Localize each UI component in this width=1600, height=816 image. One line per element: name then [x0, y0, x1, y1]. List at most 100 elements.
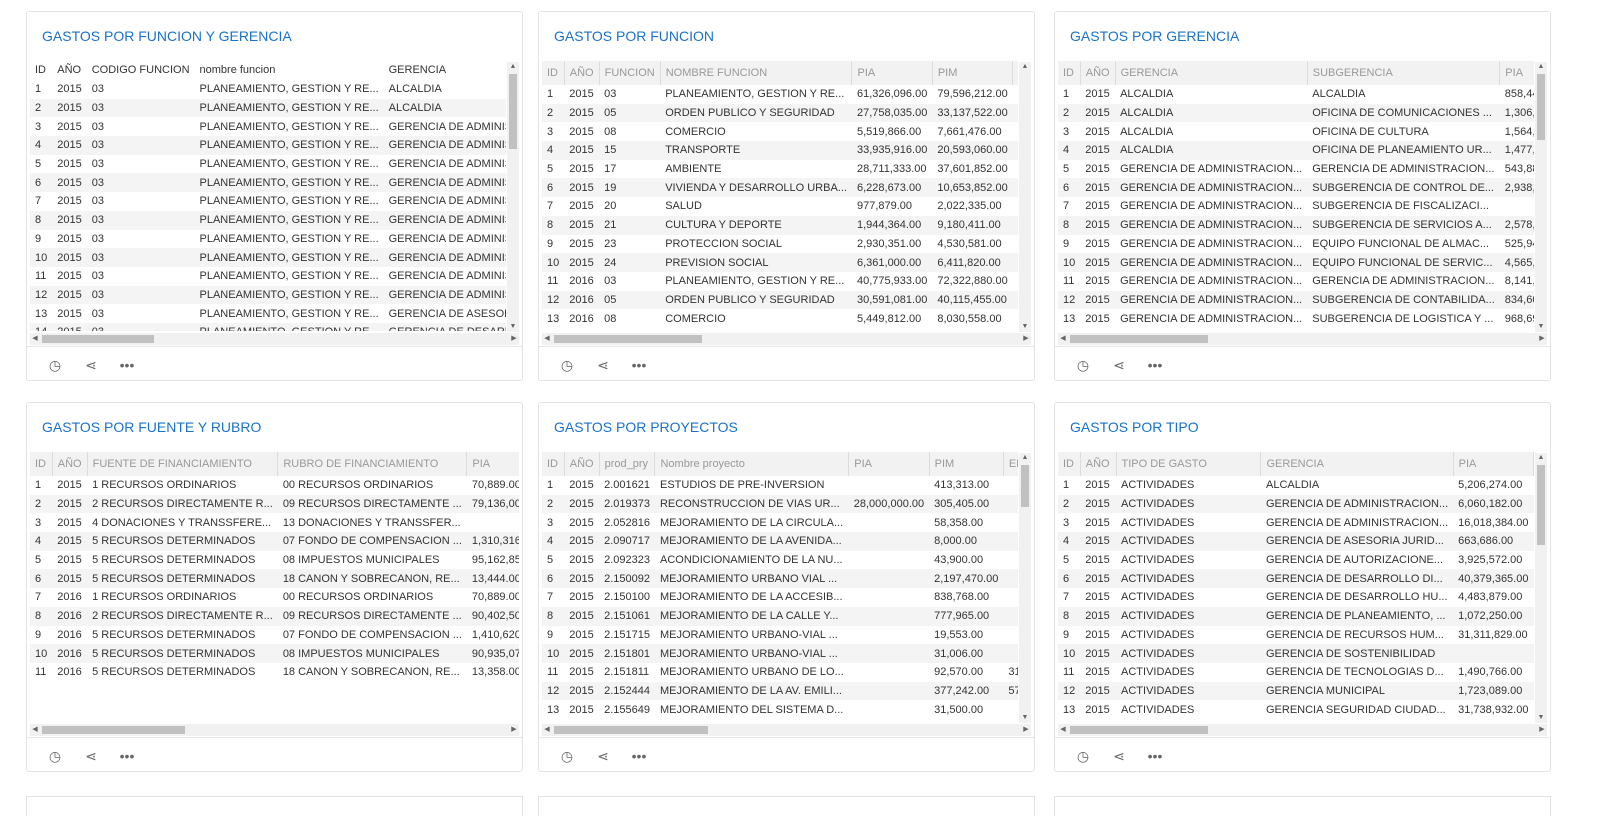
table-row[interactable]: 1 2015 03 PLANEAMIENTO, GESTION Y RE... ALCA…	[30, 80, 506, 99]
col-header[interactable]: EN	[1003, 452, 1018, 476]
col-header[interactable]: GERENCIA	[1115, 61, 1308, 85]
col-header[interactable]: PIA	[1499, 61, 1534, 85]
table-row[interactable]: 7 2015 03 PLANEAMIENTO, GESTION Y RE... GERE…	[30, 192, 506, 211]
table-row[interactable]: 4 2015 5 RECURSOS DETERMINADOS 07 FONDO DE …	[30, 532, 519, 551]
share-icon[interactable]: ⋖	[83, 748, 99, 764]
scrollbar-thumb[interactable]	[554, 335, 702, 343]
table-row[interactable]: 7 2016 1 RECURSOS ORDINARIOS 00 RECURSOS OR…	[30, 588, 519, 607]
horizontal-scrollbar[interactable]: ◀ ▶	[1058, 333, 1547, 345]
scroll-up-icon[interactable]: ▲	[1535, 62, 1547, 72]
col-header[interactable]: PIA	[851, 61, 933, 85]
more-icon[interactable]: •••	[119, 748, 135, 764]
vertical-scrollbar[interactable]: ▲ ▼	[507, 62, 519, 332]
table-row[interactable]: 5 2015 2.092323 ACONDICIONAMIENTO DE LA NU.…	[542, 551, 1018, 570]
col-header[interactable]: prod_pry	[599, 452, 656, 476]
table-row[interactable]: 11 2016 5 RECURSOS DETERMINADOS 18 CANON Y …	[30, 663, 519, 682]
table-row[interactable]: 11 2015 03 PLANEAMIENTO, GESTION Y RE... GER…	[30, 267, 506, 286]
scroll-down-icon[interactable]: ▼	[1019, 322, 1031, 332]
data-table[interactable]: ID AÑO GERENCIA SUBGERENCIA PIA 1 2015 ALC…	[1058, 61, 1534, 331]
col-header[interactable]: AÑO	[1080, 452, 1117, 476]
scroll-left-icon[interactable]: ◀	[542, 333, 552, 345]
table-row[interactable]: 13 2015 03 PLANEAMIENTO, GESTION Y RE... GER…	[30, 304, 506, 323]
data-table[interactable]: ID AÑO prod_pry Nombre proyecto PIA PIM …	[542, 452, 1018, 722]
table-row[interactable]: 12 2015 ACTIVIDADES GERENCIA MUNICIPAL 1,723…	[1058, 681, 1534, 701]
scroll-left-icon[interactable]: ◀	[1058, 333, 1068, 345]
scroll-right-icon[interactable]: ▶	[1021, 333, 1031, 345]
col-header[interactable]: GERENCIA	[384, 60, 506, 80]
clock-icon[interactable]: ◷	[559, 748, 575, 764]
col-header[interactable]: ID	[542, 61, 565, 85]
scroll-right-icon[interactable]: ▶	[509, 333, 519, 345]
table-row[interactable]: 5 2015 GERENCIA DE ADMINISTRACION... GERENC…	[1058, 160, 1534, 179]
share-icon[interactable]: ⋖	[595, 748, 611, 764]
table-row[interactable]: 11 2015 GERENCIA DE ADMINISTRACION... GEREN…	[1058, 272, 1534, 291]
more-icon[interactable]: •••	[1147, 357, 1163, 373]
scrollbar-thumb[interactable]	[1537, 74, 1545, 140]
col-header[interactable]: AÑO	[564, 452, 600, 476]
scroll-up-icon[interactable]: ▲	[1019, 62, 1031, 72]
table-row[interactable]: 7 2015 2.150100 MEJORAMIENTO DE LA ACCESIB.…	[542, 588, 1018, 607]
table-row[interactable]: 14201503PLANEAMIENTO, GESTION Y RE...GER…	[30, 322, 506, 331]
table-row[interactable]: 2 2015 2 RECURSOS DIRECTAMENTE R... 09 RECU…	[30, 494, 519, 514]
col-header[interactable]: E	[1012, 61, 1018, 85]
table-row[interactable]: 13 2015 GERENCIA DE ADMINISTRACION... SUBGE…	[1058, 309, 1534, 328]
table-row[interactable]: 5 2015 5 RECURSOS DETERMINADOS 08 IMPUESTOS…	[30, 551, 519, 570]
table-row[interactable]: 3 2015 ALCALDIA OFICINA DE CULTURA 1,564,31	[1058, 122, 1534, 141]
vertical-scrollbar[interactable]: ▲ ▼	[1019, 62, 1031, 332]
col-header[interactable]: AÑO	[1080, 61, 1116, 85]
table-row[interactable]: 10 2015 GERENCIA DE ADMINISTRACION... EQUIP…	[1058, 253, 1534, 272]
table-row[interactable]: 8 2015 GERENCIA DE ADMINISTRACION... SUBGER…	[1058, 215, 1534, 235]
table-row[interactable]: 13 2015 ACTIVIDADES GERENCIA SEGURIDAD CIUD…	[1058, 700, 1534, 719]
table-row[interactable]: 6 2015 03 PLANEAMIENTO, GESTION Y RE... GERE…	[30, 173, 506, 193]
more-icon[interactable]: •••	[631, 748, 647, 764]
table-row[interactable]: 11 2015 2.151811 MEJORAMIENTO URBANO DE LO.…	[542, 663, 1018, 682]
table-row[interactable]: 8 2015 ACTIVIDADES GERENCIA DE PLANEAMIENTO…	[1058, 606, 1534, 626]
col-header[interactable]: GERENCIA	[1260, 452, 1454, 476]
col-header[interactable]: AÑO	[564, 61, 600, 85]
table-row[interactable]: 2 2015 ALCALDIA OFICINA DE COMUNICACIONES .…	[1058, 103, 1534, 123]
table-row[interactable]: 2 2015 ACTIVIDADES GERENCIA DE ADMINISTRACI…	[1058, 494, 1534, 514]
scrollbar-thumb[interactable]	[42, 335, 154, 343]
table-row[interactable]: 2 2015 2.019373 RECONSTRUCCION DE VIAS UR..…	[542, 494, 1018, 514]
table-row[interactable]: 10 2015 24 PREVISION SOCIAL 6,361,000.00 6,41…	[542, 253, 1018, 272]
table-row[interactable]: 13 2016 08 COMERCIO 5,449,812.00 8,030,558.00…	[542, 309, 1018, 328]
table-row[interactable]: 13 2015 2.155649 MEJORAMIENTO DEL SISTEMA D…	[542, 700, 1018, 719]
table-row[interactable]: 8 2015 03 PLANEAMIENTO, GESTION Y RE... GERE…	[30, 210, 506, 230]
col-header[interactable]: ID	[30, 452, 53, 476]
col-header[interactable]: ID	[30, 60, 52, 80]
horizontal-scrollbar[interactable]: ◀ ▶	[30, 333, 519, 345]
table-row[interactable]: 5 2015 17 AMBIENTE 28,711,333.00 37,601,852.0…	[542, 160, 1018, 179]
col-header[interactable]: FUENTE DE FINANCIAMIENTO	[87, 452, 279, 476]
table-row[interactable]: 7 2015 ACTIVIDADES GERENCIA DE DESARROLLO H…	[1058, 588, 1534, 607]
table-row[interactable]: 12 2016 05 ORDEN PUBLICO Y SEGURIDAD 30,591,…	[542, 290, 1018, 310]
vertical-scrollbar[interactable]: ▲ ▼	[1535, 62, 1547, 332]
scroll-down-icon[interactable]: ▼	[1019, 713, 1031, 723]
horizontal-scrollbar[interactable]: ◀ ▶	[30, 724, 519, 736]
scrollbar-thumb[interactable]	[1070, 726, 1208, 734]
scrollbar-thumb[interactable]	[509, 74, 517, 149]
table-row[interactable]: 8 2015 2.151061 MEJORAMIENTO DE LA CALLE Y.…	[542, 606, 1018, 626]
col-header[interactable]: CODIGO FUNCION	[87, 60, 195, 80]
table-row[interactable]: 9 2015 GERENCIA DE ADMINISTRACION... EQUIPO…	[1058, 235, 1534, 254]
horizontal-scrollbar[interactable]: ◀ ▶	[542, 333, 1031, 345]
scrollbar-thumb[interactable]	[42, 726, 185, 734]
share-icon[interactable]: ⋖	[1111, 748, 1127, 764]
clock-icon[interactable]: ◷	[559, 357, 575, 373]
clock-icon[interactable]: ◷	[1075, 357, 1091, 373]
table-row[interactable]: 11 2016 03 PLANEAMIENTO, GESTION Y RE... 40,…	[542, 272, 1018, 291]
clock-icon[interactable]: ◷	[47, 748, 63, 764]
table-row[interactable]: 5 2015 03 PLANEAMIENTO, GESTION Y RE... GERE…	[30, 155, 506, 174]
col-header[interactable]: ID	[1058, 61, 1081, 85]
table-row[interactable]: 1 2015 2.001621 ESTUDIOS DE PRE-INVERSION 41…	[542, 476, 1018, 495]
table-row[interactable]: 3 2015 ACTIVIDADES GERENCIA DE ADMINISTRACI…	[1058, 513, 1534, 532]
table-row[interactable]: 7 2015 20 SALUD 977,879.00 2,022,335.00 8:	[542, 197, 1018, 216]
table-row[interactable]: 3 2015 4 DONACIONES Y TRANSSFERE... 13 DONA…	[30, 513, 519, 532]
table-row[interactable]: 10 2015 2.151801 MEJORAMIENTO URBANO-VIAL .…	[542, 644, 1018, 663]
scroll-down-icon[interactable]: ▼	[507, 322, 519, 332]
share-icon[interactable]: ⋖	[1111, 357, 1127, 373]
more-icon[interactable]: •••	[631, 357, 647, 373]
table-row[interactable]: 1 2015 ACTIVIDADES ALCALDIA 5,206,274.00	[1058, 476, 1534, 495]
table-row[interactable]: 9 2015 03 PLANEAMIENTO, GESTION Y RE... GERE…	[30, 230, 506, 249]
table-row[interactable]: 1 2015 03 PLANEAMIENTO, GESTION Y RE... 61,3…	[542, 85, 1018, 104]
table-row[interactable]: 4 2015 15 TRANSPORTE 33,935,916.00 20,593,060…	[542, 141, 1018, 160]
